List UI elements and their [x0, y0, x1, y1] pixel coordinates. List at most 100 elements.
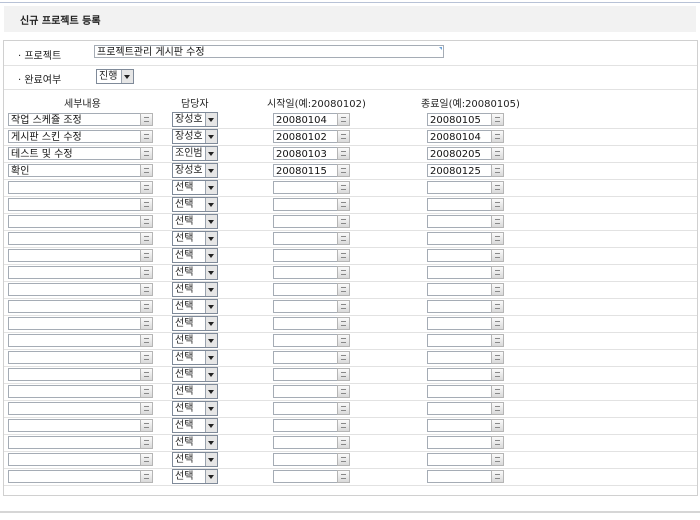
start-date-input[interactable]: [273, 300, 339, 313]
start-date-input[interactable]: [273, 249, 339, 262]
spinner-icon[interactable]: [140, 368, 153, 381]
start-date-input[interactable]: [273, 283, 339, 296]
chevron-down-icon[interactable]: [205, 453, 217, 466]
end-date-input[interactable]: [427, 181, 493, 194]
assignee-select[interactable]: 장성호: [172, 129, 218, 144]
assignee-select[interactable]: 선택: [172, 214, 218, 229]
spinner-icon[interactable]: [491, 470, 504, 483]
detail-input[interactable]: 테스트 및 수정: [8, 147, 142, 160]
chevron-down-icon[interactable]: [205, 266, 217, 279]
assignee-select[interactable]: 선택: [172, 333, 218, 348]
spinner-icon[interactable]: [491, 351, 504, 364]
spinner-icon[interactable]: [491, 419, 504, 432]
spinner-icon[interactable]: [491, 402, 504, 415]
detail-input[interactable]: [8, 385, 142, 398]
spinner-icon[interactable]: [337, 317, 350, 330]
chevron-down-icon[interactable]: [205, 164, 217, 177]
detail-input[interactable]: [8, 181, 142, 194]
spinner-icon[interactable]: [140, 470, 153, 483]
chevron-down-icon[interactable]: [205, 470, 217, 483]
assignee-select[interactable]: 선택: [172, 197, 218, 212]
spinner-icon[interactable]: [491, 130, 504, 143]
start-date-input[interactable]: [273, 436, 339, 449]
detail-input[interactable]: [8, 249, 142, 262]
start-date-input[interactable]: [273, 334, 339, 347]
spinner-icon[interactable]: [140, 419, 153, 432]
start-date-input[interactable]: 20080115: [273, 164, 339, 177]
spinner-icon[interactable]: [140, 147, 153, 160]
assignee-select[interactable]: 선택: [172, 384, 218, 399]
spinner-icon[interactable]: [140, 453, 153, 466]
status-select[interactable]: 진행: [96, 69, 134, 84]
spinner-icon[interactable]: [337, 402, 350, 415]
spinner-icon[interactable]: [337, 470, 350, 483]
assignee-select[interactable]: 선택: [172, 367, 218, 382]
spinner-icon[interactable]: [140, 130, 153, 143]
chevron-down-icon[interactable]: [205, 351, 217, 364]
chevron-down-icon[interactable]: [205, 249, 217, 262]
detail-input[interactable]: [8, 232, 142, 245]
detail-input[interactable]: [8, 453, 142, 466]
end-date-input[interactable]: [427, 266, 493, 279]
end-date-input[interactable]: [427, 317, 493, 330]
spinner-icon[interactable]: [140, 300, 153, 313]
start-date-input[interactable]: [273, 402, 339, 415]
chevron-down-icon[interactable]: [205, 198, 217, 211]
start-date-input[interactable]: [273, 368, 339, 381]
spinner-icon[interactable]: [140, 317, 153, 330]
end-date-input[interactable]: [427, 300, 493, 313]
assignee-select[interactable]: 선택: [172, 248, 218, 263]
spinner-icon[interactable]: [140, 181, 153, 194]
spinner-icon[interactable]: [337, 419, 350, 432]
detail-input[interactable]: [8, 215, 142, 228]
assignee-select[interactable]: 장성호: [172, 112, 218, 127]
chevron-down-icon[interactable]: [205, 215, 217, 228]
detail-input[interactable]: [8, 317, 142, 330]
spinner-icon[interactable]: [140, 113, 153, 126]
start-date-input[interactable]: [273, 317, 339, 330]
spinner-icon[interactable]: [140, 385, 153, 398]
spinner-icon[interactable]: [140, 198, 153, 211]
spinner-icon[interactable]: [337, 147, 350, 160]
detail-input[interactable]: [8, 419, 142, 432]
assignee-select[interactable]: 선택: [172, 401, 218, 416]
spinner-icon[interactable]: [491, 147, 504, 160]
spinner-icon[interactable]: [491, 232, 504, 245]
assignee-select[interactable]: 선택: [172, 231, 218, 246]
spinner-icon[interactable]: [140, 232, 153, 245]
spinner-icon[interactable]: [491, 385, 504, 398]
spinner-icon[interactable]: [337, 181, 350, 194]
spinner-icon[interactable]: [491, 300, 504, 313]
detail-input[interactable]: [8, 300, 142, 313]
detail-input[interactable]: [8, 198, 142, 211]
spinner-icon[interactable]: [140, 402, 153, 415]
start-date-input[interactable]: [273, 470, 339, 483]
assignee-select[interactable]: 선택: [172, 265, 218, 280]
spinner-icon[interactable]: [337, 300, 350, 313]
spinner-icon[interactable]: [337, 130, 350, 143]
spinner-icon[interactable]: [337, 113, 350, 126]
spinner-icon[interactable]: [337, 215, 350, 228]
spinner-icon[interactable]: [140, 215, 153, 228]
chevron-down-icon[interactable]: [205, 283, 217, 296]
end-date-input[interactable]: 20080104: [427, 130, 493, 143]
detail-input[interactable]: [8, 266, 142, 279]
end-date-input[interactable]: [427, 198, 493, 211]
end-date-input[interactable]: [427, 402, 493, 415]
detail-input[interactable]: [8, 402, 142, 415]
chevron-down-icon[interactable]: [205, 232, 217, 245]
chevron-down-icon[interactable]: [205, 436, 217, 449]
start-date-input[interactable]: [273, 215, 339, 228]
assignee-select[interactable]: 선택: [172, 435, 218, 450]
start-date-input[interactable]: 20080103: [273, 147, 339, 160]
start-date-input[interactable]: [273, 266, 339, 279]
spinner-icon[interactable]: [337, 249, 350, 262]
chevron-down-icon[interactable]: [205, 147, 217, 160]
start-date-input[interactable]: [273, 198, 339, 211]
chevron-down-icon[interactable]: [205, 402, 217, 415]
spinner-icon[interactable]: [140, 249, 153, 262]
detail-input[interactable]: 게시판 스킨 수정: [8, 130, 142, 143]
detail-input[interactable]: [8, 368, 142, 381]
spinner-icon[interactable]: [337, 453, 350, 466]
end-date-input[interactable]: [427, 453, 493, 466]
